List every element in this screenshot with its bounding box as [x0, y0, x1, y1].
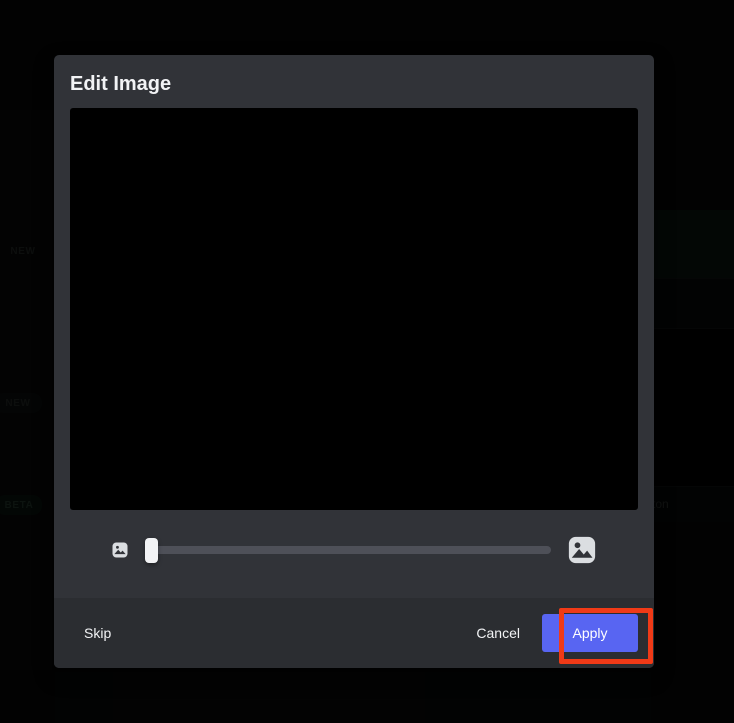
- image-icon-small: [111, 541, 129, 559]
- zoom-slider-track[interactable]: [145, 546, 551, 554]
- zoom-slider-handle[interactable]: [145, 537, 158, 563]
- edit-image-dialog: Edit Image Skip Cancel Apply: [54, 55, 654, 668]
- page-title: Edit Image: [70, 73, 172, 95]
- background-card-1: [650, 210, 734, 278]
- dialog-header: Edit Image: [54, 55, 654, 108]
- footer-actions: Cancel Apply: [462, 614, 638, 652]
- image-icon-large: [567, 535, 597, 565]
- cancel-button[interactable]: Cancel: [462, 615, 534, 651]
- apply-button[interactable]: Apply: [542, 614, 638, 652]
- screen: NEW NEW BETA ton Edit Image Skip Cancel …: [0, 0, 734, 723]
- background-badge-new-1: NEW: [10, 245, 36, 257]
- zoom-control-row: [70, 510, 638, 590]
- background-card-3: [650, 328, 734, 376]
- image-preview[interactable]: [70, 108, 638, 510]
- background-right-column: ton: [650, 0, 734, 723]
- background-badge-new-2: NEW: [0, 393, 42, 413]
- background-card-2: [650, 278, 734, 328]
- dialog-footer: Skip Cancel Apply: [54, 598, 654, 668]
- background-card-4: [650, 376, 734, 486]
- background-sidebar: [0, 110, 52, 670]
- skip-button[interactable]: Skip: [70, 615, 125, 651]
- background-badge-beta: BETA: [0, 495, 42, 515]
- background-card-label: ton: [652, 497, 669, 511]
- background-bottom-block-2: [113, 672, 425, 723]
- zoom-slider[interactable]: [145, 534, 551, 566]
- background-bottom-block-1: [55, 672, 113, 723]
- background-card-5: ton: [650, 486, 734, 522]
- dialog-body: [54, 108, 654, 598]
- background-bottom-block-3: [425, 672, 651, 723]
